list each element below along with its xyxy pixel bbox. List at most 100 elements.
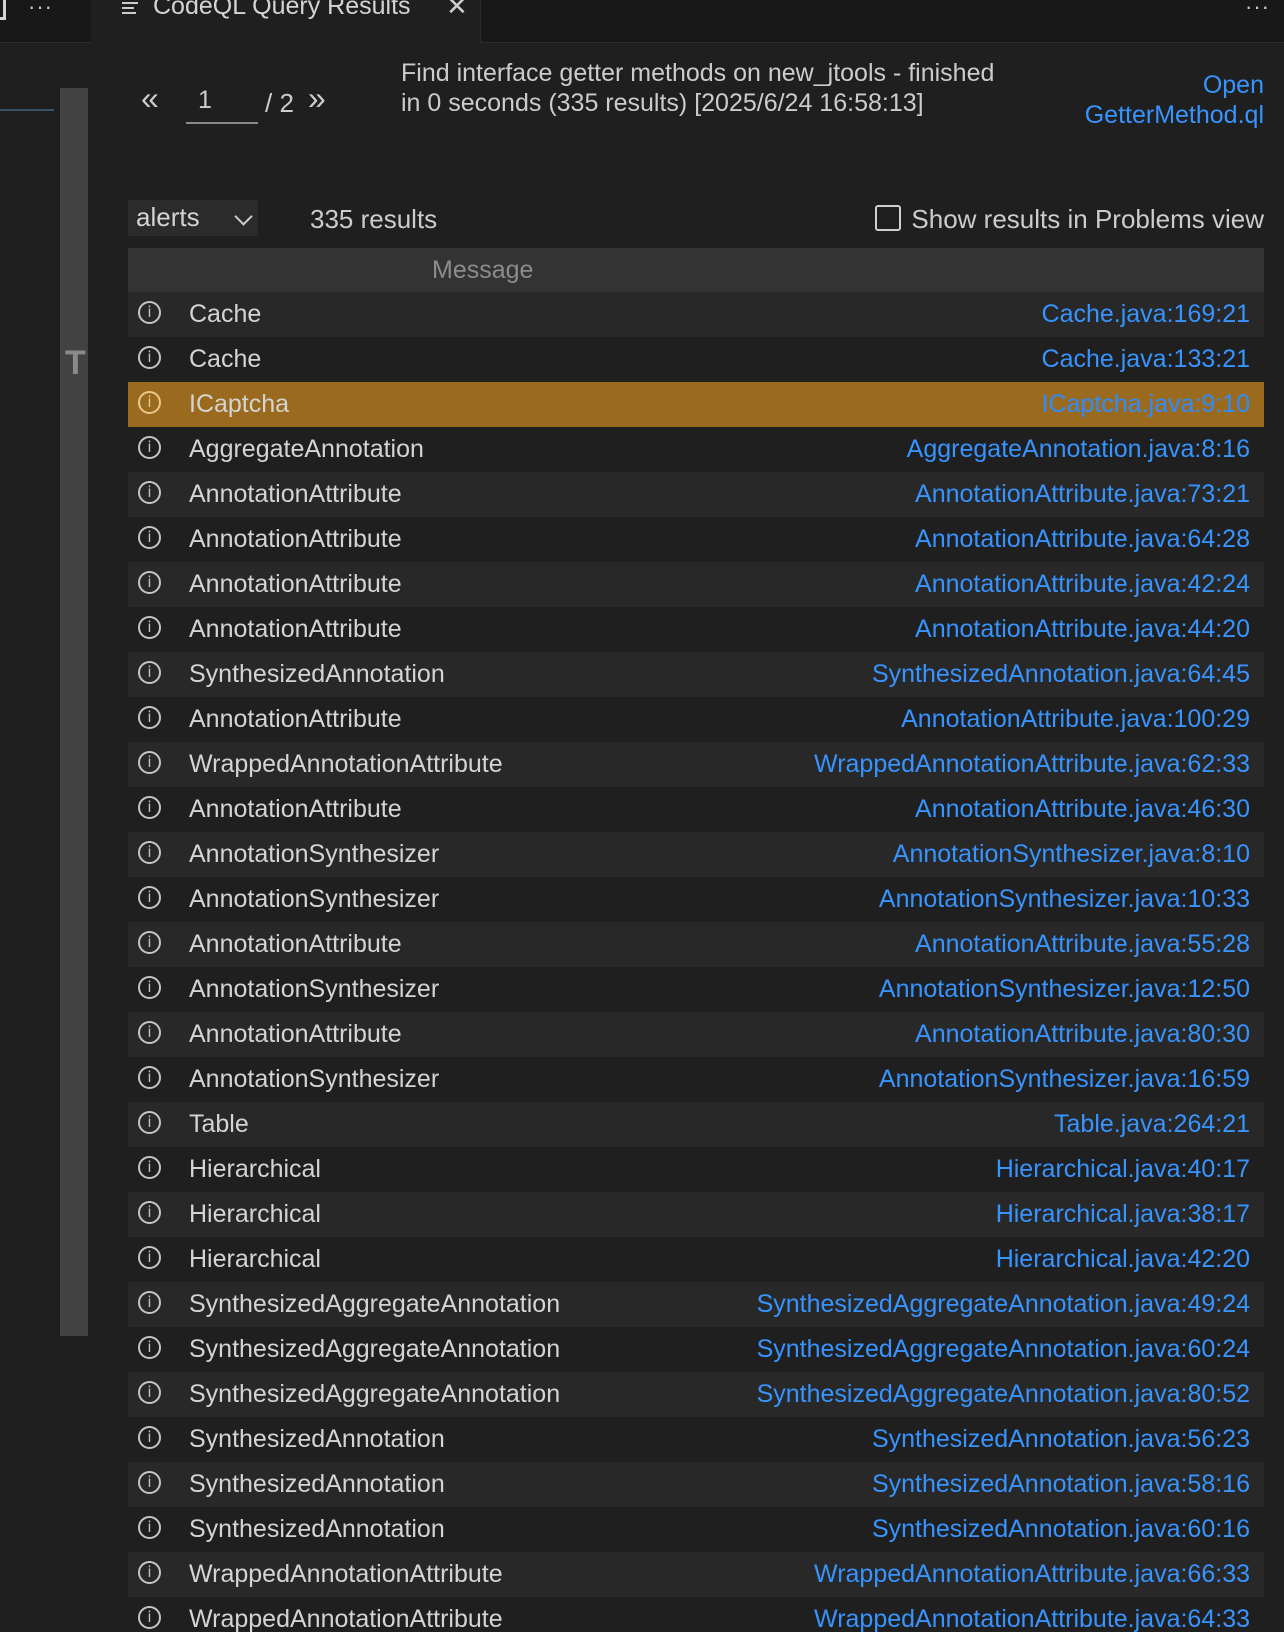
result-message: AnnotationAttribute	[189, 525, 402, 553]
message-column-header[interactable]: Message	[432, 256, 533, 285]
table-row[interactable]: i SynthesizedAggregateAnnotation Synthesiz…	[128, 1372, 1264, 1417]
show-in-problems-toggle[interactable]: Show results in Problems view	[874, 204, 1264, 234]
table-row[interactable]: i AnnotationAttribute AnnotationAttribute.…	[128, 472, 1264, 517]
table-row[interactable]: i SynthesizedAnnotation SynthesizedAnnotat…	[128, 1507, 1264, 1552]
open-query-link[interactable]: Open GetterMethod.ql	[1054, 70, 1264, 130]
result-location-link[interactable]: SynthesizedAggregateAnnotation.java:60:2…	[757, 1335, 1250, 1364]
info-icon: i	[138, 346, 161, 369]
result-location-link[interactable]: AggregateAnnotation.java:8:16	[907, 435, 1250, 464]
table-row[interactable]: i Cache Cache.java:169:21	[128, 292, 1264, 337]
result-message: Cache	[189, 300, 262, 328]
result-location-link[interactable]: AnnotationAttribute.java:64:28	[915, 525, 1250, 554]
table-row[interactable]: i Hierarchical Hierarchical.java:38:17	[128, 1192, 1264, 1237]
table-row[interactable]: i AnnotationAttribute AnnotationAttribute.…	[128, 562, 1264, 607]
result-location-link[interactable]: AnnotationSynthesizer.java:12:50	[879, 975, 1250, 1004]
result-location-link[interactable]: SynthesizedAggregateAnnotation.java:49:2…	[757, 1290, 1250, 1319]
table-row[interactable]: i AnnotationSynthesizer AnnotationSynthesi…	[128, 1057, 1264, 1102]
result-location-link[interactable]: Table.java:264:21	[1054, 1110, 1250, 1139]
table-row[interactable]: i AnnotationAttribute AnnotationAttribute.…	[128, 922, 1264, 967]
table-row[interactable]: i Cache Cache.java:133:21	[128, 337, 1264, 382]
result-location-link[interactable]: SynthesizedAnnotation.java:64:45	[872, 660, 1250, 689]
result-location-link[interactable]: AnnotationSynthesizer.java:16:59	[879, 1065, 1250, 1094]
table-row[interactable]: i SynthesizedAnnotation SynthesizedAnnotat…	[128, 652, 1264, 697]
page-number-input[interactable]	[186, 84, 258, 124]
table-row[interactable]: i WrappedAnnotationAttribute WrappedAnnota…	[128, 742, 1264, 787]
result-location-link[interactable]: SynthesizedAnnotation.java:58:16	[872, 1470, 1250, 1499]
info-icon: i	[138, 481, 161, 504]
result-location-link[interactable]: WrappedAnnotationAttribute.java:66:33	[814, 1560, 1250, 1589]
info-icon: i	[138, 976, 161, 999]
info-icon: i	[138, 1201, 161, 1224]
next-page-button[interactable]: »	[308, 80, 326, 117]
show-in-problems-label[interactable]: Show results in Problems view	[911, 204, 1264, 234]
info-icon: i	[138, 1381, 161, 1404]
result-message: Table	[189, 1110, 249, 1138]
table-row[interactable]: i ICaptcha ICaptcha.java:9:10	[128, 382, 1264, 427]
result-location-link[interactable]: AnnotationSynthesizer.java:10:33	[879, 885, 1250, 914]
ellipsis-icon[interactable]: ···	[1245, 0, 1270, 20]
result-location-link[interactable]: ICaptcha.java:9:10	[1042, 390, 1250, 419]
result-location-link[interactable]: SynthesizedAggregateAnnotation.java:80:5…	[757, 1380, 1250, 1409]
result-message: AnnotationSynthesizer	[189, 840, 440, 868]
info-icon: i	[138, 1426, 161, 1449]
table-row[interactable]: i AggregateAnnotation AggregateAnnotation.…	[128, 427, 1264, 472]
result-location-link[interactable]: AnnotationAttribute.java:44:20	[915, 615, 1250, 644]
result-location-link[interactable]: SynthesizedAnnotation.java:60:16	[872, 1515, 1250, 1544]
table-row[interactable]: i AnnotationSynthesizer AnnotationSynthesi…	[128, 832, 1264, 877]
tab-codeql-query-results[interactable]: CodeQL Query Results ✕	[91, 0, 481, 43]
result-location-link[interactable]: Hierarchical.java:38:17	[996, 1200, 1250, 1229]
previous-page-button[interactable]: «	[141, 80, 159, 117]
query-description: Find interface getter methods on new_jto…	[401, 59, 995, 117]
table-row[interactable]: i SynthesizedAggregateAnnotation Synthesiz…	[128, 1282, 1264, 1327]
info-icon: i	[138, 1066, 161, 1089]
table-row[interactable]: i AnnotationAttribute AnnotationAttribute.…	[128, 607, 1264, 652]
result-location-link[interactable]: Hierarchical.java:42:20	[996, 1245, 1250, 1274]
result-location-link[interactable]: AnnotationAttribute.java:42:24	[915, 570, 1250, 599]
table-header: Message	[128, 248, 1264, 292]
table-row[interactable]: i SynthesizedAggregateAnnotation Synthesiz…	[128, 1327, 1264, 1372]
result-location-link[interactable]: WrappedAnnotationAttribute.java:62:33	[814, 750, 1250, 779]
result-location-link[interactable]: SynthesizedAnnotation.java:56:23	[872, 1425, 1250, 1454]
table-row[interactable]: i SynthesizedAnnotation SynthesizedAnnotat…	[128, 1462, 1264, 1507]
open-query-link-line2[interactable]: GetterMethod.ql	[1054, 100, 1264, 130]
table-row[interactable]: i AnnotationAttribute AnnotationAttribute.…	[128, 697, 1264, 742]
minimap[interactable]	[0, 106, 58, 126]
table-row[interactable]: i WrappedAnnotationAttribute WrappedAnnota…	[128, 1597, 1264, 1632]
result-location-link[interactable]: AnnotationAttribute.java:73:21	[915, 480, 1250, 509]
table-row[interactable]: i Hierarchical Hierarchical.java:40:17	[128, 1147, 1264, 1192]
result-count: 335 results	[310, 204, 438, 234]
show-in-problems-checkbox[interactable]	[874, 205, 901, 231]
editor-scrollbar[interactable]	[60, 88, 88, 1336]
open-query-link-line1[interactable]: Open	[1054, 70, 1264, 100]
table-row[interactable]: i AnnotationAttribute AnnotationAttribute.…	[128, 517, 1264, 562]
result-location-link[interactable]: AnnotationAttribute.java:46:30	[915, 795, 1250, 824]
close-icon[interactable]: ✕	[446, 0, 468, 22]
editor-tabbar: ···	[0, 0, 89, 43]
table-row[interactable]: i AnnotationAttribute AnnotationAttribute.…	[128, 787, 1264, 832]
result-location-link[interactable]: Cache.java:169:21	[1042, 300, 1250, 329]
result-set-select[interactable]: alerts	[128, 200, 258, 236]
result-location-link[interactable]: AnnotationSynthesizer.java:8:10	[893, 840, 1250, 869]
result-location-link[interactable]: Hierarchical.java:40:17	[996, 1155, 1250, 1184]
info-icon: i	[138, 1561, 161, 1584]
result-location-link[interactable]: AnnotationAttribute.java:55:28	[915, 930, 1250, 959]
table-row[interactable]: i WrappedAnnotationAttribute WrappedAnnota…	[128, 1552, 1264, 1597]
panel-tabbar: CodeQL Query Results ✕ ···	[89, 0, 1284, 43]
editor-tab-edge	[0, 0, 6, 20]
result-location-link[interactable]: WrappedAnnotationAttribute.java:64:33	[814, 1605, 1250, 1632]
result-message: SynthesizedAggregateAnnotation	[189, 1335, 561, 1363]
table-row[interactable]: i AnnotationSynthesizer AnnotationSynthesi…	[128, 967, 1264, 1012]
table-row[interactable]: i AnnotationSynthesizer AnnotationSynthesi…	[128, 877, 1264, 922]
result-location-link[interactable]: Cache.java:133:21	[1042, 345, 1250, 374]
result-message: AnnotationAttribute	[189, 480, 402, 508]
table-row[interactable]: i SynthesizedAnnotation SynthesizedAnnotat…	[128, 1417, 1264, 1462]
info-icon: i	[138, 706, 161, 729]
result-location-link[interactable]: AnnotationAttribute.java:100:29	[901, 705, 1250, 734]
table-row[interactable]: i Hierarchical Hierarchical.java:42:20	[128, 1237, 1264, 1282]
table-row[interactable]: i Table Table.java:264:21	[128, 1102, 1264, 1147]
list-icon	[122, 2, 138, 18]
result-message: SynthesizedAggregateAnnotation	[189, 1290, 561, 1318]
table-row[interactable]: i AnnotationAttribute AnnotationAttribute.…	[128, 1012, 1264, 1057]
result-location-link[interactable]: AnnotationAttribute.java:80:30	[915, 1020, 1250, 1049]
ellipsis-icon[interactable]: ···	[28, 0, 53, 20]
